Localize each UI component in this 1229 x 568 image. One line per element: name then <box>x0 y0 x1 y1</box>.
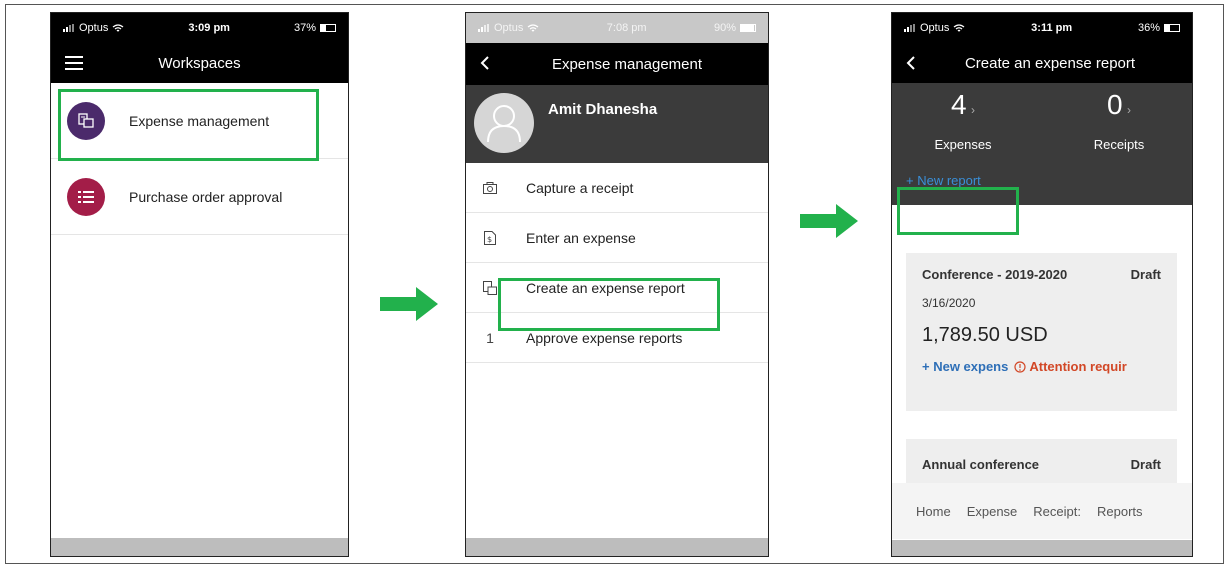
battery-percent: 90% <box>713 22 736 34</box>
warning-icon <box>1014 360 1026 373</box>
status-bar: Optus 3:09 pm 37% <box>51 13 348 43</box>
camera-icon <box>482 181 498 194</box>
phone-expense-management: Optus 7:08 pm 90% Expense management Ami… <box>465 12 769 557</box>
report-status: Draft <box>1130 267 1161 282</box>
phone-workspaces: Optus 3:09 pm 37% Workspaces Expense man… <box>50 12 349 557</box>
battery-icon <box>739 24 756 32</box>
status-bar: Optus 3:11 pm 36% <box>892 13 1192 43</box>
workspace-item-purchase-order-approval[interactable]: Purchase order approval <box>51 159 348 235</box>
list-icon <box>67 177 105 216</box>
menu-label: Enter an expense <box>526 229 636 246</box>
page-title: Expense management <box>551 55 703 73</box>
attention-label: Attention requir <box>1029 359 1127 374</box>
person-icon <box>487 105 521 142</box>
signal-icon <box>63 24 74 32</box>
workspace-item-expense-management[interactable]: Expense management <box>51 83 348 159</box>
expenses-stat[interactable]: 4 › Expenses <box>918 89 1008 152</box>
flow-arrow <box>800 204 858 238</box>
tab-expense[interactable]: Expense <box>967 504 1018 519</box>
clock: 3:11 pm <box>1031 22 1073 34</box>
menu-label: Create an expense report <box>526 279 685 296</box>
page-title: Workspaces <box>158 54 241 72</box>
chevron-right-icon: › <box>1127 103 1132 117</box>
home-indicator-bar <box>51 538 348 556</box>
status-bar: Optus 7:08 pm 90% <box>466 13 768 43</box>
tab-reports[interactable]: Reports <box>1097 504 1143 519</box>
menu-label: Approve expense reports <box>526 329 683 346</box>
tab-home[interactable]: Home <box>916 504 951 519</box>
menu-item-enter-expense[interactable]: $ Enter an expense <box>466 213 768 263</box>
carrier-label: Optus <box>79 22 109 34</box>
menu-item-approve-expense-reports[interactable]: 1 Approve expense reports <box>466 313 768 363</box>
svg-text:$: $ <box>487 235 492 244</box>
battery-icon <box>320 24 336 32</box>
tab-bar: Home Expense Receipt: Reports <box>892 483 1192 539</box>
battery-icon <box>1163 24 1180 32</box>
menu-item-create-expense-report[interactable]: Create an expense report <box>466 263 768 313</box>
carrier-label: Optus <box>494 22 524 34</box>
menu-label: Capture a receipt <box>526 179 634 196</box>
page-title: Create an expense report <box>964 54 1136 72</box>
avatar <box>474 93 534 153</box>
report-date: 3/16/2020 <box>922 296 976 310</box>
nav-bar: Create an expense report <box>892 43 1192 83</box>
clock: 7:08 pm <box>606 22 647 34</box>
nav-bar: Expense management <box>466 43 768 85</box>
report-title: Annual conference <box>922 457 1040 472</box>
expenses-count: 4 <box>950 89 967 120</box>
report-amount: 1,789.50 USD <box>922 324 1048 346</box>
new-expense-button[interactable]: + New expens <box>922 359 1008 374</box>
phone-create-expense-report: Optus 3:11 pm 36% Create an expense repo… <box>891 12 1193 557</box>
report-card[interactable]: Conference - 2019-2020 Draft 3/16/2020 1… <box>906 253 1177 411</box>
workspace-label: Expense management <box>129 112 270 129</box>
signal-icon <box>478 24 489 32</box>
home-indicator-bar <box>466 538 768 556</box>
signal-icon <box>904 24 915 32</box>
profile-name: Amit Dhanesha <box>548 101 658 118</box>
chevron-right-icon: › <box>971 103 976 117</box>
report-title: Conference - 2019-2020 <box>922 267 1068 282</box>
wifi-icon <box>112 23 124 31</box>
profile-header: Amit Dhanesha <box>466 85 768 163</box>
battery-percent: 37% <box>293 22 316 34</box>
battery-percent: 36% <box>1137 22 1160 34</box>
expenses-label: Expenses <box>934 137 992 152</box>
summary-panel: 4 › Expenses 0 › Receipts + New report <box>892 83 1192 205</box>
carrier-label: Optus <box>920 22 950 34</box>
expense-report-icon <box>482 280 498 295</box>
wifi-icon <box>527 23 539 31</box>
flow-arrow <box>380 287 438 321</box>
report-status: Draft <box>1130 457 1161 472</box>
receipts-count: 0 <box>1106 89 1123 120</box>
attention-required-link[interactable]: Attention requir <box>1014 359 1127 374</box>
wifi-icon <box>953 23 965 31</box>
pending-count-badge: 1 <box>486 329 494 346</box>
receipts-stat[interactable]: 0 › Receipts <box>1074 89 1164 152</box>
expense-report-icon <box>67 101 105 140</box>
clock: 3:09 pm <box>188 22 230 34</box>
nav-bar: Workspaces <box>51 43 348 83</box>
report-card[interactable]: Annual conference Draft <box>906 439 1177 483</box>
workspace-label: Purchase order approval <box>129 188 283 205</box>
receipt-icon: $ <box>482 230 498 245</box>
tab-receipts[interactable]: Receipt: <box>1033 504 1081 519</box>
home-indicator-bar <box>892 540 1192 556</box>
new-report-button[interactable]: + New report <box>906 173 981 188</box>
menu-item-capture-receipt[interactable]: Capture a receipt <box>466 163 768 213</box>
receipts-label: Receipts <box>1093 137 1145 152</box>
